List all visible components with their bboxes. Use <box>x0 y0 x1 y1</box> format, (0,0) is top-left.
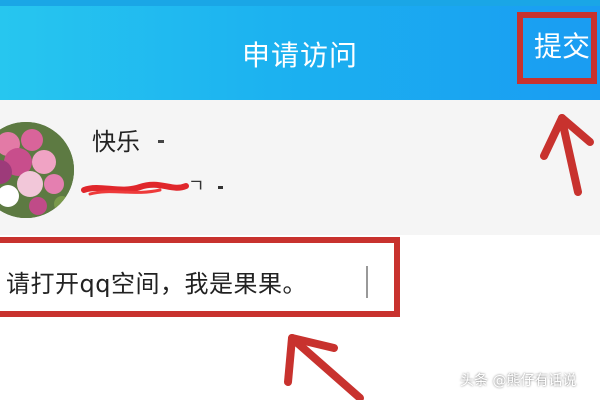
username-dot <box>158 140 164 143</box>
flower-avatar-icon <box>0 122 74 218</box>
profile-sub-dot <box>218 186 223 189</box>
arrow-up-icon <box>540 114 594 196</box>
redaction-scribble <box>81 181 189 196</box>
profile-sub-text: ㄱ <box>188 176 205 197</box>
username: 快乐 <box>92 128 140 156</box>
submit-highlight-box <box>517 12 597 84</box>
profile-section: 快乐 ㄱ <box>0 100 600 235</box>
arrow-up-left-icon <box>284 334 364 400</box>
avatar <box>0 122 74 218</box>
app-header: 申请访问 <box>0 6 600 100</box>
watermark: 头条 @熊仔有话说 <box>460 373 577 389</box>
message-highlight-box <box>0 237 400 317</box>
page-title: 申请访问 <box>241 39 358 72</box>
